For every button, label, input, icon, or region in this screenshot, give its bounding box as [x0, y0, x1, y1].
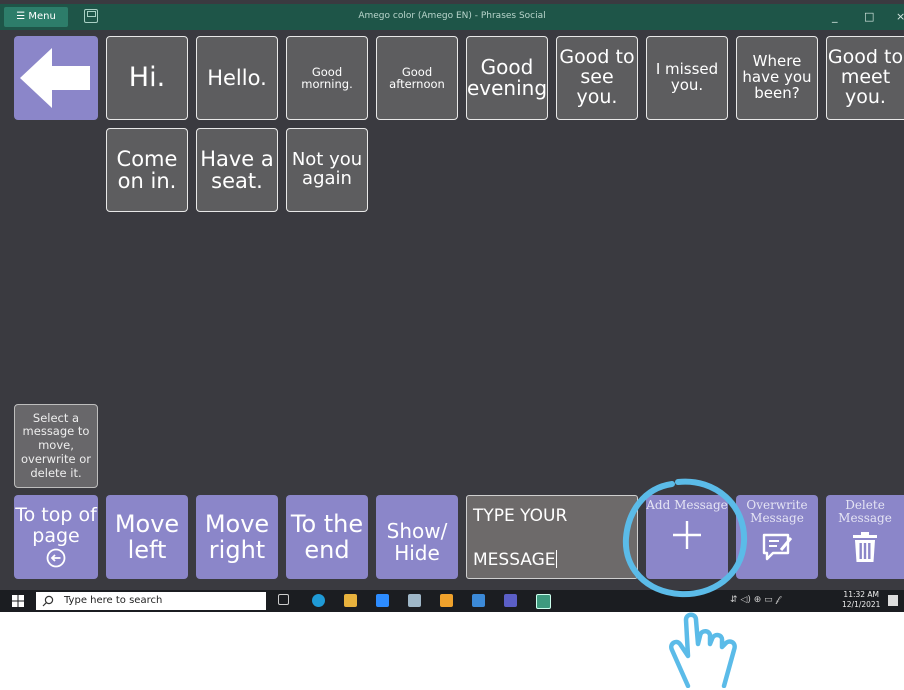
taskbar-search-input[interactable]: Type here to search	[36, 592, 266, 610]
circle-arrow-left-icon	[46, 548, 66, 568]
amego-app-icon[interactable]	[536, 594, 551, 609]
taskbar: Type here to search ⇵ ◁) ⊕ ▭ 𝒻 11:32 AM …	[0, 590, 904, 612]
edge-browser-icon[interactable]	[312, 594, 325, 607]
title-bar: ☰ Menu Amego color (Amego EN) - Phrases …	[0, 4, 904, 30]
app-window: ☰ Menu Amego color (Amego EN) - Phrases …	[0, 0, 904, 612]
maximize-button[interactable]: □	[864, 10, 874, 23]
app-icon[interactable]	[408, 594, 421, 607]
phrase-tile[interactable]: Good to see you.	[556, 36, 638, 120]
move-left-button[interactable]: Move left	[106, 495, 188, 579]
phrase-tile[interactable]: Good evening	[466, 36, 548, 120]
file-explorer-icon[interactable]	[344, 594, 357, 607]
move-right-button[interactable]: Move right	[196, 495, 278, 579]
delete-message-button[interactable]: Delete Message	[826, 495, 904, 579]
window-title: Amego color (Amego EN) - Phrases Social	[358, 11, 546, 21]
selection-hint: Select a message to move, overwrite or d…	[14, 404, 98, 488]
task-view-icon[interactable]	[278, 594, 289, 605]
message-input-line-1: TYPE YOUR	[473, 506, 568, 526]
to-top-button[interactable]: To top of page	[14, 495, 98, 579]
phrase-tile[interactable]: Not you again	[286, 128, 368, 212]
phrase-tile[interactable]: I missed you.	[646, 36, 728, 120]
show-hide-button[interactable]: Show/ Hide	[376, 495, 458, 579]
back-button[interactable]	[14, 36, 98, 120]
phrase-tile[interactable]: Have a seat.	[196, 128, 278, 212]
trash-icon	[853, 532, 877, 563]
app-icon[interactable]	[440, 594, 453, 607]
clock-date: 12/1/2021	[842, 600, 881, 609]
message-input-line-2: MESSAGE	[473, 550, 557, 570]
to-top-label: To top of page	[15, 504, 97, 547]
phrase-tile[interactable]: Good afternoon	[376, 36, 458, 120]
highlight-circle	[622, 478, 748, 598]
phrase-tile[interactable]: Good morning.	[286, 36, 368, 120]
search-placeholder: Type here to search	[64, 595, 163, 606]
phrase-tile[interactable]: Good to meet you.	[826, 36, 904, 120]
app-icon[interactable]	[472, 594, 485, 607]
message-input[interactable]: TYPE YOUR MESSAGE	[466, 495, 638, 579]
notifications-icon[interactable]	[888, 595, 898, 606]
back-arrow-icon	[20, 48, 90, 108]
zoom-icon[interactable]	[376, 594, 389, 607]
overwrite-message-button[interactable]: Overwrite Message	[736, 495, 818, 579]
minimize-button[interactable]: _	[832, 10, 838, 23]
delete-message-label: Delete Message	[838, 498, 892, 526]
phrase-tile[interactable]: Hello.	[196, 36, 278, 120]
clock-time: 11:32 AM	[843, 590, 880, 599]
close-button[interactable]: ×	[896, 10, 904, 23]
edit-note-icon	[762, 534, 793, 561]
overwrite-message-label: Overwrite Message	[746, 498, 808, 526]
search-icon	[42, 595, 54, 607]
teams-icon[interactable]	[504, 594, 517, 607]
windows-start-icon[interactable]	[12, 595, 24, 607]
phrase-tile[interactable]: Where have you been?	[736, 36, 818, 120]
to-end-button[interactable]: To the end	[286, 495, 368, 579]
phrase-tile[interactable]: Hi.	[106, 36, 188, 120]
pointing-hand-icon	[669, 612, 737, 688]
phrase-tile[interactable]: Come on in.	[106, 128, 188, 212]
clock[interactable]: 11:32 AM 12/1/2021	[842, 590, 880, 610]
